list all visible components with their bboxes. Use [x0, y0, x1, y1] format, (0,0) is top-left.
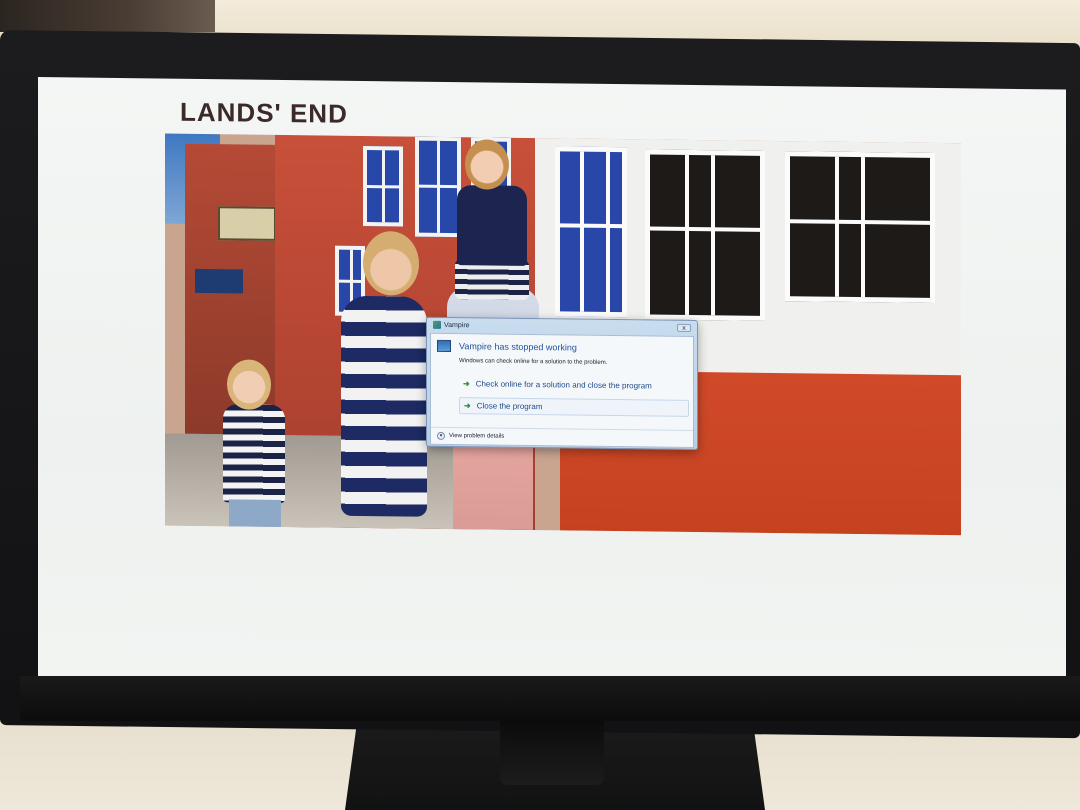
photo-window: [363, 145, 403, 227]
view-details-toggle[interactable]: ▾ View problem details: [437, 431, 505, 441]
photo-girl: [223, 404, 285, 504]
chevron-down-icon: ▾: [437, 431, 445, 440]
divider: [431, 426, 693, 432]
green-arrow-icon: ➜: [464, 401, 471, 411]
monitor-stand-neck: [500, 715, 604, 785]
monitor-chin: [20, 676, 1080, 721]
details-label: View problem details: [449, 433, 505, 440]
close-program-button[interactable]: ➜ Close the program: [459, 397, 689, 417]
close-icon[interactable]: x: [677, 323, 691, 332]
photo-window: [785, 151, 935, 303]
photo-girl-head: [227, 359, 271, 410]
program-window-icon: [437, 339, 451, 353]
dialog-heading: Vampire has stopped working: [459, 341, 577, 353]
dialog-title-text: Vampire: [444, 321, 470, 329]
background-wall-left: [0, 0, 215, 32]
photo-shop-sign: [218, 206, 276, 241]
photo-man-trousers: [453, 437, 533, 531]
photo-window: [645, 149, 765, 321]
lands-end-logo[interactable]: LANDS' END: [180, 97, 348, 130]
dialog-description: Windows can check online for a solution …: [459, 358, 608, 366]
green-arrow-icon: ➜: [463, 379, 470, 389]
photo-sidewalk: [165, 433, 495, 530]
error-dialog[interactable]: Vampire x Vampire has stopped working Wi…: [426, 316, 698, 451]
photo-boy: [457, 185, 527, 266]
app-icon: [433, 320, 441, 329]
dialog-body: Vampire has stopped working Windows can …: [430, 332, 694, 449]
check-online-button[interactable]: ➜ Check online for a solution and close …: [459, 375, 689, 395]
photo-girl-shorts: [229, 499, 281, 528]
option-label: Check online for a solution and close th…: [475, 379, 652, 391]
photo-woman-dress: [341, 295, 427, 517]
option-label: Close the program: [476, 401, 543, 412]
photo-window: [555, 146, 627, 318]
photo-woman-head: [363, 230, 419, 296]
photo-blue-sign: [195, 268, 243, 294]
dialog-title: Vampire: [433, 320, 470, 329]
monitor-screen: LANDS' END Vampire x Vampire has stopped…: [38, 77, 1066, 698]
photo-window: [415, 136, 461, 238]
photo-boy-head: [465, 139, 509, 190]
